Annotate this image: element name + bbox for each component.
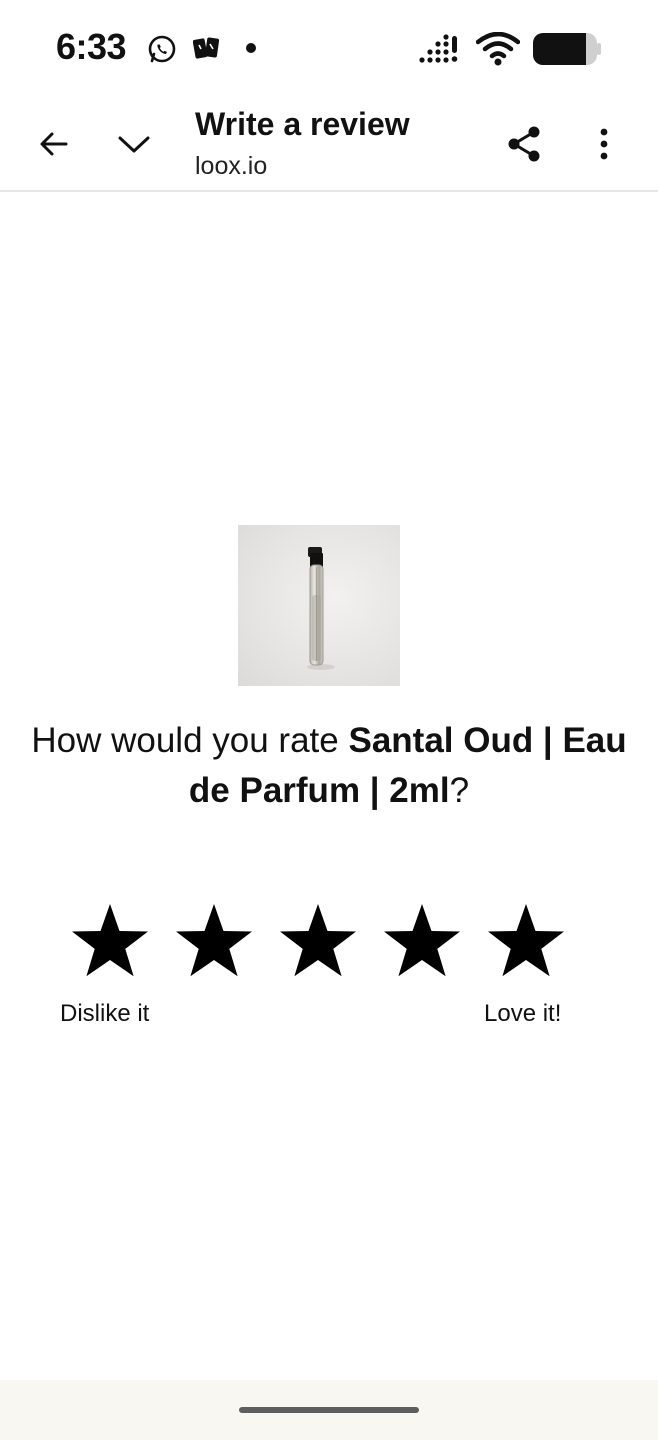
star-3-button[interactable] [266,896,370,986]
back-button[interactable] [30,120,78,168]
star-5-button[interactable] [474,896,578,986]
back-arrow-icon [40,132,68,156]
battery-icon [533,33,601,65]
star-1-button[interactable] [58,896,162,986]
more-options-button[interactable] [580,120,628,168]
page-url: loox.io [195,152,268,180]
question-prefix: How would you rate [31,721,349,760]
status-bar: 6:33 [0,0,658,96]
rating-low-label: Dislike it [60,1000,150,1027]
star-icon [488,904,564,977]
star-icon [72,904,148,977]
more-vert-icon [600,128,608,160]
question-suffix: ? [449,771,470,810]
app-notification-icon [193,37,220,59]
share-button[interactable] [500,120,548,168]
star-icon [384,904,460,977]
wifi-icon [476,32,520,66]
star-2-button[interactable] [162,896,266,986]
star-icon [280,904,356,977]
perfume-vial-image [307,547,335,670]
chevron-down-icon [118,136,150,153]
product-image [238,525,400,686]
share-icon [508,126,540,162]
star-icon [176,904,252,977]
notification-dot-icon [246,43,256,53]
page-title: Write a review [195,106,410,142]
whatsapp-icon [148,35,176,63]
signal-icon [419,34,458,63]
minimize-button[interactable] [110,120,158,168]
rating-question: How would you rate Santal Oud | Eau de P… [10,716,648,816]
star-4-button[interactable] [370,896,474,986]
browser-toolbar: Write a review loox.io [0,96,658,192]
navigation-bar [0,1380,658,1440]
status-time: 6:33 [56,26,127,67]
star-rating [58,896,578,986]
gesture-handle[interactable] [239,1407,419,1413]
rating-high-label: Love it! [484,1000,562,1027]
